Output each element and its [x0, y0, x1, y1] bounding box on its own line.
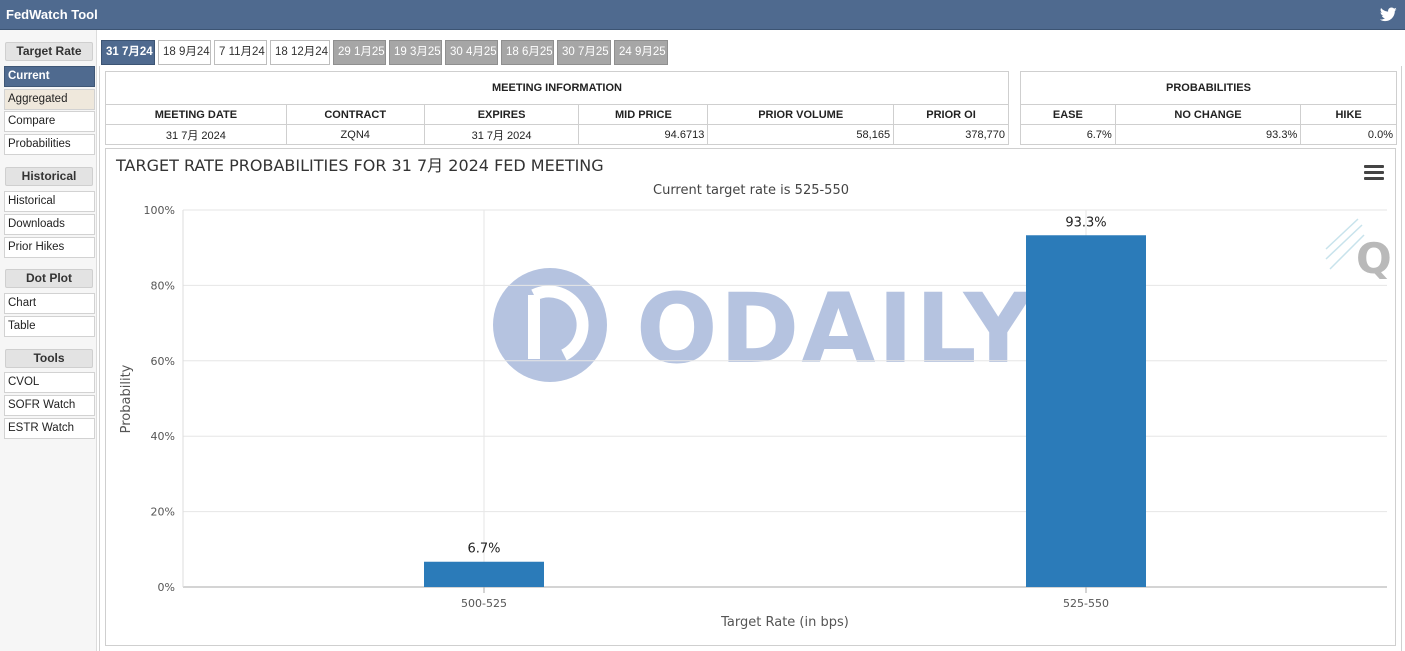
table-row: 31 7月 2024 ZQN4 31 7月 2024 94.6713 58,16…	[105, 124, 1009, 145]
chart-subtitle: Current target rate is 525-550	[653, 183, 849, 198]
column-header: EASE	[1020, 104, 1116, 125]
bar-525-550	[1026, 235, 1146, 587]
tab-meeting-2024-11-07[interactable]: 7 11月24	[214, 40, 267, 65]
y-axis-title: Probability	[119, 364, 134, 433]
table-row: 6.7% 93.3% 0.0%	[1020, 124, 1397, 145]
meeting-information-table: MEETING INFORMATION MEETING DATE CONTRAC…	[105, 71, 1009, 145]
bar-500-525	[424, 561, 544, 587]
x-tick-label: 525-550	[1063, 597, 1109, 610]
table-cell: 94.6713	[578, 124, 709, 145]
table-cell: 93.3%	[1114, 124, 1302, 145]
sidebar-item-probabilities[interactable]: Probabilities	[4, 134, 95, 155]
sidebar-header-tools[interactable]: Tools	[5, 349, 93, 368]
y-tick-label: 80%	[151, 279, 175, 292]
data-label: 93.3%	[1065, 215, 1106, 230]
x-tick-label: 500-525	[461, 597, 507, 610]
table-cell: 31 7月 2024	[105, 124, 287, 145]
table-cell: 378,770	[893, 124, 1009, 145]
tab-meeting-2025-09-24[interactable]: 24 9月25	[614, 40, 668, 65]
tab-meeting-2025-03-19[interactable]: 19 3月25	[389, 40, 442, 65]
column-header: EXPIRES	[423, 104, 580, 125]
table-cell: 6.7%	[1020, 124, 1116, 145]
tab-meeting-2025-01-29[interactable]: 29 1月25	[333, 40, 386, 65]
meeting-information-title: MEETING INFORMATION	[105, 71, 1009, 105]
sidebar-header-target-rate[interactable]: Target Rate	[5, 42, 93, 61]
sidebar-item-historical[interactable]: Historical	[4, 191, 95, 212]
sidebar-item-estr-watch[interactable]: ESTR Watch	[4, 418, 95, 439]
sidebar-header-historical[interactable]: Historical	[5, 167, 93, 186]
table-cell: ZQN4	[285, 124, 425, 145]
probability-chart: ODAILY Q TARGET RATE PROBABILITIES FOR 3…	[115, 156, 1392, 630]
table-cell: 0.0%	[1300, 124, 1397, 145]
table-cell: 58,165	[707, 124, 895, 145]
app-title: FedWatch Tool	[6, 7, 98, 22]
tab-meeting-2025-06-18[interactable]: 18 6月25	[501, 40, 554, 65]
sidebar-header-dot-plot[interactable]: Dot Plot	[5, 269, 93, 288]
table-cell: 31 7月 2024	[423, 124, 580, 145]
sidebar-item-aggregated[interactable]: Aggregated	[4, 89, 95, 110]
tab-meeting-2024-09-18[interactable]: 18 9月24	[158, 40, 211, 65]
sidebar: Target Rate Current Aggregated Compare P…	[0, 30, 97, 651]
probabilities-table: PROBABILITIES EASE NO CHANGE HIKE 6.7% 9…	[1020, 71, 1397, 145]
sidebar-item-sofr-watch[interactable]: SOFR Watch	[4, 395, 95, 416]
tab-meeting-2024-12-18[interactable]: 18 12月24	[270, 40, 330, 65]
sidebar-item-chart[interactable]: Chart	[4, 293, 95, 314]
x-axis-title: Target Rate (in bps)	[720, 615, 849, 630]
y-tick-label: 100%	[144, 204, 175, 217]
column-header: HIKE	[1300, 104, 1397, 125]
column-header: CONTRACT	[285, 104, 425, 125]
tab-meeting-2025-04-30[interactable]: 30 4月25	[445, 40, 498, 65]
svg-text:Q: Q	[1356, 234, 1392, 283]
column-header: MID PRICE	[578, 104, 709, 125]
chart-title: TARGET RATE PROBABILITIES FOR 31 7月 2024…	[115, 156, 604, 175]
hamburger-menu-icon[interactable]	[1364, 165, 1384, 181]
y-tick-label: 60%	[151, 355, 175, 368]
tab-meeting-2024-07-31[interactable]: 31 7月24	[101, 40, 155, 65]
sidebar-item-downloads[interactable]: Downloads	[4, 214, 95, 235]
sidebar-item-table[interactable]: Table	[4, 316, 95, 337]
y-tick-label: 40%	[151, 430, 175, 443]
tab-meeting-2025-07-30[interactable]: 30 7月25	[557, 40, 611, 65]
y-tick-label: 20%	[151, 506, 175, 519]
sidebar-item-cvol[interactable]: CVOL	[4, 372, 95, 393]
q-logo: Q	[1325, 218, 1392, 283]
y-tick-label: 0%	[158, 581, 175, 594]
column-header: NO CHANGE	[1114, 104, 1302, 125]
data-label: 6.7%	[467, 542, 500, 557]
watermark-text: ODAILY	[636, 273, 1035, 385]
column-header: MEETING DATE	[105, 104, 287, 125]
probabilities-title: PROBABILITIES	[1020, 71, 1397, 105]
twitter-icon[interactable]	[1380, 7, 1397, 22]
sidebar-item-compare[interactable]: Compare	[4, 111, 95, 132]
column-header: PRIOR OI	[893, 104, 1009, 125]
column-header: PRIOR VOLUME	[707, 104, 895, 125]
sidebar-item-current[interactable]: Current	[4, 66, 95, 87]
sidebar-item-prior-hikes[interactable]: Prior Hikes	[4, 237, 95, 258]
chart-panel: ODAILY Q TARGET RATE PROBABILITIES FOR 3…	[105, 148, 1396, 646]
title-bar: FedWatch Tool	[0, 0, 1405, 30]
